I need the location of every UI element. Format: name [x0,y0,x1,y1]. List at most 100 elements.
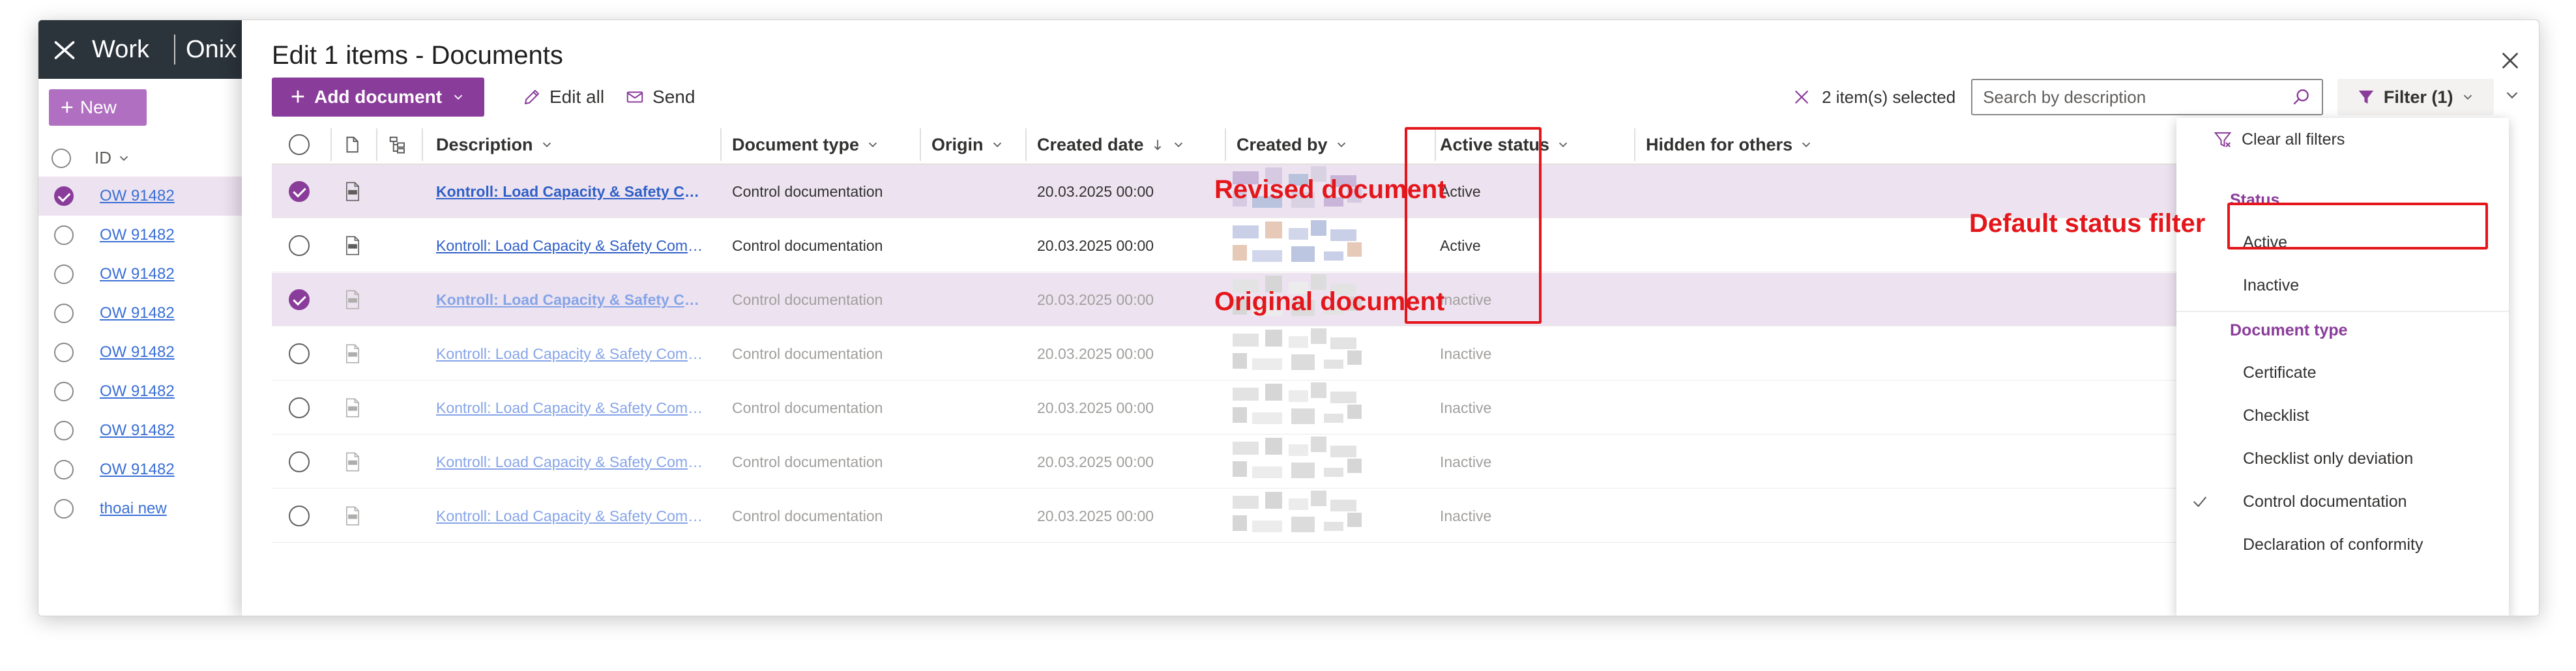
row-id-link[interactable]: thoai new [100,500,167,518]
app-window: Work Onix T + New ID OW 91482 OW 91482 OW … [38,20,2539,616]
select-all-circle[interactable] [289,134,310,155]
row-select-cell[interactable] [289,327,310,380]
table-row[interactable]: Kontroll: Load Capacity & Safety Complia… [272,489,2508,543]
selected-count: 2 item(s) selected [1822,87,1956,107]
row-checkbox[interactable] [289,235,310,256]
row-id-link[interactable]: OW 91482 [100,343,175,362]
row-checkbox[interactable] [54,382,74,401]
row-id-link[interactable]: OW 91482 [100,265,175,283]
description-column-header[interactable]: Description [436,124,554,165]
created-date-cell: 20.03.2025 00:00 [1037,507,1154,524]
description-cell[interactable]: Kontroll: Load Capacity & Safety Complia… [436,489,706,543]
row-checkbox[interactable] [54,186,74,206]
row-checkbox[interactable] [289,343,310,364]
row-checkbox[interactable] [289,289,310,310]
row-checkbox[interactable] [54,460,74,479]
filter-option-checklist[interactable]: Checklist [2176,394,2509,437]
row-select-cell[interactable] [289,219,310,272]
background-list-row[interactable]: OW 91482 [38,177,247,216]
table-row[interactable]: Kontroll: Load Capacity & Safety Complia… [272,435,2508,489]
document-link[interactable]: Kontroll: Load Capacity & Safety Complia… [436,345,706,363]
background-list-row[interactable]: OW 91482 [38,333,247,372]
row-checkbox[interactable] [54,225,74,245]
background-list-row[interactable]: OW 91482 [38,411,247,450]
row-checkbox[interactable] [54,264,74,284]
row-select-cell[interactable] [289,273,310,326]
close-icon[interactable] [2498,49,2522,72]
edit-all-button[interactable]: Edit all [522,87,604,107]
hidden-for-others-column-header[interactable]: Hidden for others [1646,124,1813,165]
redacted-pixel-block [1347,350,1362,365]
row-id-link[interactable]: OW 91482 [100,382,175,401]
hierarchy-column-header[interactable] [388,124,407,165]
row-select-cell[interactable] [289,489,310,543]
origin-column-header[interactable]: Origin [931,124,1004,165]
description-cell[interactable]: Kontroll: Load Capacity & Safety Com... [436,273,706,326]
filter-button[interactable]: Filter (1) [2337,79,2495,115]
row-checkbox[interactable] [54,499,74,519]
filter-option-checklist-only-deviation[interactable]: Checklist only deviation [2176,437,2509,480]
row-id-link[interactable]: OW 91482 [100,461,175,479]
chevron-down-icon[interactable] [2502,85,2522,105]
search-icon[interactable] [2291,87,2311,107]
row-id-link[interactable]: OW 91482 [100,187,175,205]
file-type-cell [344,381,362,435]
new-button[interactable]: + New [49,89,147,126]
filter-option-declaration-of-conformity-label: Declaration of conformity [2243,535,2423,554]
filter-option-certificate[interactable]: Certificate [2176,351,2509,394]
background-list-row[interactable]: OW 91482 [38,216,247,255]
row-checkbox[interactable] [54,421,74,440]
select-all-checkbox[interactable] [51,148,71,168]
document-link[interactable]: Kontroll: Load Capacity & Safety Com... [436,291,706,309]
add-document-label: Add document [314,87,443,107]
row-checkbox[interactable] [54,304,74,323]
row-checkbox[interactable] [289,397,310,418]
file-type-column-header[interactable] [342,124,362,165]
document-type-column-header[interactable]: Document type [732,124,880,165]
description-cell[interactable]: Kontroll: Load Capacity & Safety Complia… [436,219,706,272]
background-list-row[interactable]: OW 91482 [38,372,247,411]
document-link[interactable]: Kontroll: Load Capacity & Safety Complia… [436,237,706,255]
file-type-cell [344,327,362,380]
clear-selection-button[interactable]: 2 item(s) selected [1792,87,1955,107]
clear-all-filters-item[interactable]: Clear all filters [2176,118,2509,161]
background-list-row[interactable]: OW 91482 [38,450,247,489]
document-icon [346,136,359,153]
created-by-column-header[interactable]: Created by [1237,124,1349,165]
row-checkbox[interactable] [54,343,74,362]
background-list-row[interactable]: OW 91482 [38,255,247,294]
select-all-checkbox[interactable] [289,124,310,165]
filter-option-control-documentation[interactable]: Control documentation [2176,480,2509,523]
document-link[interactable]: Kontroll: Load Capacity & Safety Complia… [436,453,706,471]
row-select-cell[interactable] [289,435,310,489]
send-button[interactable]: Send [625,87,695,107]
search-box[interactable] [1971,79,2324,115]
row-checkbox[interactable] [289,181,310,202]
table-row[interactable]: Kontroll: Load Capacity & Safety Complia… [272,381,2508,435]
description-cell[interactable]: Kontroll: Load Capacity & Safety Complia… [436,381,706,435]
table-row[interactable]: Kontroll: Load Capacity & Safety Complia… [272,327,2508,380]
description-cell[interactable]: Kontroll: Load Capacity & Safety Complia… [436,327,706,380]
row-select-cell[interactable] [289,165,310,218]
document-link[interactable]: Kontroll: Load Capacity & Safety Complia… [436,399,706,417]
row-checkbox[interactable] [289,506,310,526]
row-id-link[interactable]: OW 91482 [100,421,175,440]
filter-option-inactive[interactable]: Inactive [2176,264,2509,307]
filter-option-declaration-of-conformity[interactable]: Declaration of conformity [2176,523,2509,566]
description-cell[interactable]: Kontroll: Load Capacity & Safety Complia… [436,435,706,489]
id-column-header[interactable]: ID [95,148,131,168]
search-input[interactable] [1983,87,2291,107]
row-id-link[interactable]: OW 91482 [100,226,175,244]
document-link[interactable]: Kontroll: Load Capacity & Safety Com... [436,183,706,201]
created-date-column-header[interactable]: Created date [1037,124,1186,165]
row-checkbox[interactable] [289,451,310,472]
background-list-row[interactable]: OW 91482 [38,294,247,333]
background-list-row[interactable]: thoai new [38,489,247,528]
row-select-cell[interactable] [289,381,310,435]
redacted-pixel-block [1252,466,1282,478]
add-document-button[interactable]: + Add document [272,78,484,117]
description-cell[interactable]: Kontroll: Load Capacity & Safety Com... [436,165,706,218]
document-link[interactable]: Kontroll: Load Capacity & Safety Complia… [436,507,706,525]
row-id-link[interactable]: OW 91482 [100,304,175,322]
chevron-down-icon [2464,94,2472,100]
